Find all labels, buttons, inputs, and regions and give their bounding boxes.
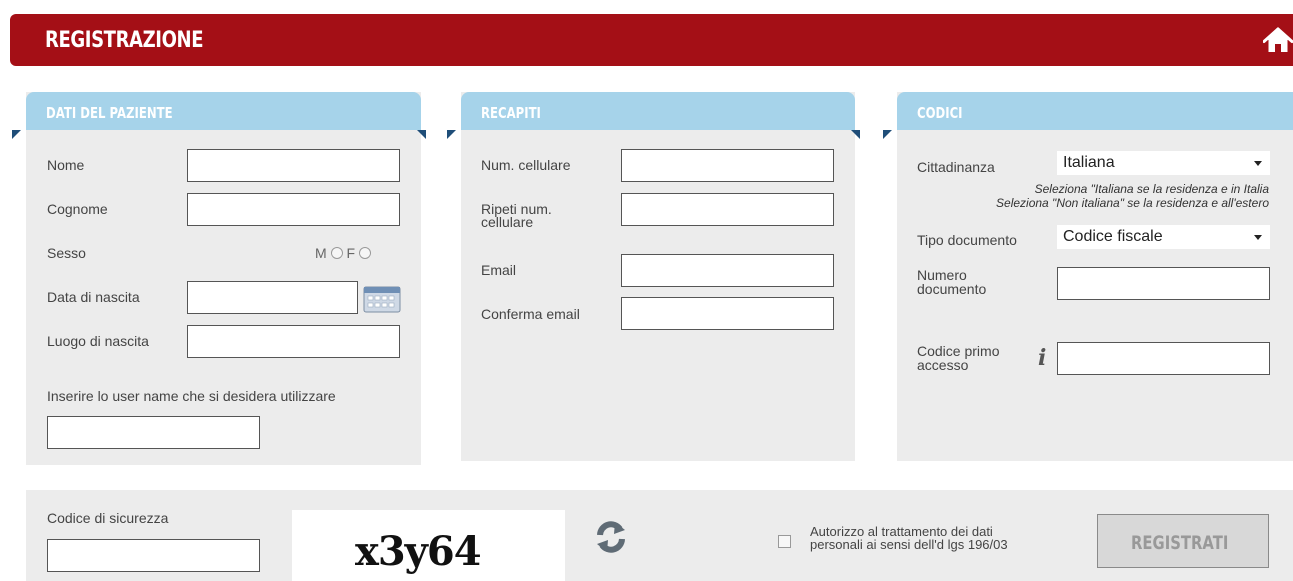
tipo-documento-value: Codice fiscale: [1063, 228, 1163, 245]
chevron-down-icon: [1254, 161, 1262, 166]
codice-sicurezza-label: Codice di sicurezza: [47, 510, 169, 526]
tipo-documento-label: Tipo documento: [917, 232, 1017, 248]
panel-header: RECAPITI: [461, 92, 855, 130]
sesso-f-radio[interactable]: [358, 247, 371, 259]
luogo-nascita-label: Luogo di nascita: [47, 333, 149, 349]
numero-documento-label-line: documento: [917, 281, 987, 297]
sesso-label: Sesso: [47, 245, 86, 261]
panel-header: CODICI: [897, 92, 1293, 130]
codice-primo-label-line: accesso: [917, 357, 969, 373]
conferma-email-field[interactable]: [621, 297, 834, 330]
panel-dati-paziente: DATI DEL PAZIENTE: [12, 92, 426, 465]
cellulare-label: Num. cellulare: [481, 157, 571, 173]
sesso-f-label: F: [346, 245, 356, 261]
registrati-button[interactable]: REGISTRATI: [1097, 514, 1269, 568]
header-bar: REGISTRAZIONE: [10, 14, 1293, 66]
panel-header: DATI DEL PAZIENTE: [26, 92, 421, 130]
chevron-down-icon: [1254, 235, 1262, 240]
luogo-nascita-field[interactable]: [187, 325, 400, 358]
home-icon[interactable]: [1263, 26, 1293, 54]
hint-line: Seleziona "Non italiana" se la residenza…: [996, 196, 1269, 210]
captcha-image: x3y64: [292, 510, 565, 581]
consenso-label-line: personali ai sensi dell'd lgs 196/03: [810, 537, 1008, 552]
refresh-icon[interactable]: [592, 518, 630, 556]
consenso-label: Autorizzo al trattamento dei dati person…: [810, 525, 1008, 551]
cittadinanza-hint: Seleziona "Italiana se la residenza e in…: [996, 182, 1269, 210]
consenso-checkbox[interactable]: [778, 535, 791, 548]
cittadinanza-value: Italiana: [1063, 154, 1115, 171]
hint-line: Seleziona "Italiana se la residenza e in…: [1034, 182, 1269, 196]
nome-field[interactable]: [187, 149, 400, 182]
cellulare-field[interactable]: [621, 149, 834, 182]
cittadinanza-label: Cittadinanza: [917, 159, 995, 175]
numero-documento-label: Numero documento: [917, 268, 986, 297]
sesso-m-label: M: [315, 245, 327, 261]
ripeti-cellulare-field[interactable]: [621, 193, 834, 226]
sesso-m-radio[interactable]: [330, 247, 343, 259]
conferma-email-label: Conferma email: [481, 306, 580, 322]
tipo-documento-select[interactable]: Codice fiscale: [1057, 225, 1270, 249]
ribbon-fold: [851, 130, 860, 139]
ribbon-fold: [883, 130, 892, 139]
cittadinanza-select[interactable]: Italiana: [1057, 151, 1270, 175]
sesso-options: M F: [315, 246, 371, 261]
codice-primo-accesso-label: Codice primo accesso: [917, 344, 999, 373]
panel-title: RECAPITI: [481, 104, 541, 122]
cognome-label: Cognome: [47, 201, 108, 217]
email-field[interactable]: [621, 254, 834, 287]
data-nascita-field[interactable]: [187, 281, 358, 314]
username-field[interactable]: [47, 416, 260, 449]
registrati-button-label: REGISTRATI: [1131, 532, 1229, 554]
codice-primo-accesso-field[interactable]: [1057, 342, 1270, 375]
data-nascita-label: Data di nascita: [47, 289, 140, 305]
captcha-text: x3y64: [355, 528, 482, 575]
ripeti-cellulare-label-line: cellulare: [481, 214, 534, 230]
codice-sicurezza-field[interactable]: [47, 539, 260, 572]
nome-label: Nome: [47, 157, 85, 173]
email-label: Email: [481, 262, 517, 278]
ribbon-fold: [12, 130, 21, 139]
calendar-icon[interactable]: [363, 283, 401, 313]
username-label: Inserire lo user name che si desidera ut…: [47, 388, 336, 404]
ribbon-fold: [447, 130, 456, 139]
ribbon-fold: [417, 130, 426, 139]
numero-documento-field[interactable]: [1057, 267, 1270, 300]
info-icon[interactable]: i: [1038, 345, 1046, 371]
panel-title: DATI DEL PAZIENTE: [46, 104, 173, 122]
panel-title: CODICI: [917, 104, 963, 122]
page-title: REGISTRAZIONE: [45, 28, 204, 53]
ripeti-cellulare-label: Ripeti num. cellulare: [481, 202, 552, 230]
cognome-field[interactable]: [187, 193, 400, 226]
